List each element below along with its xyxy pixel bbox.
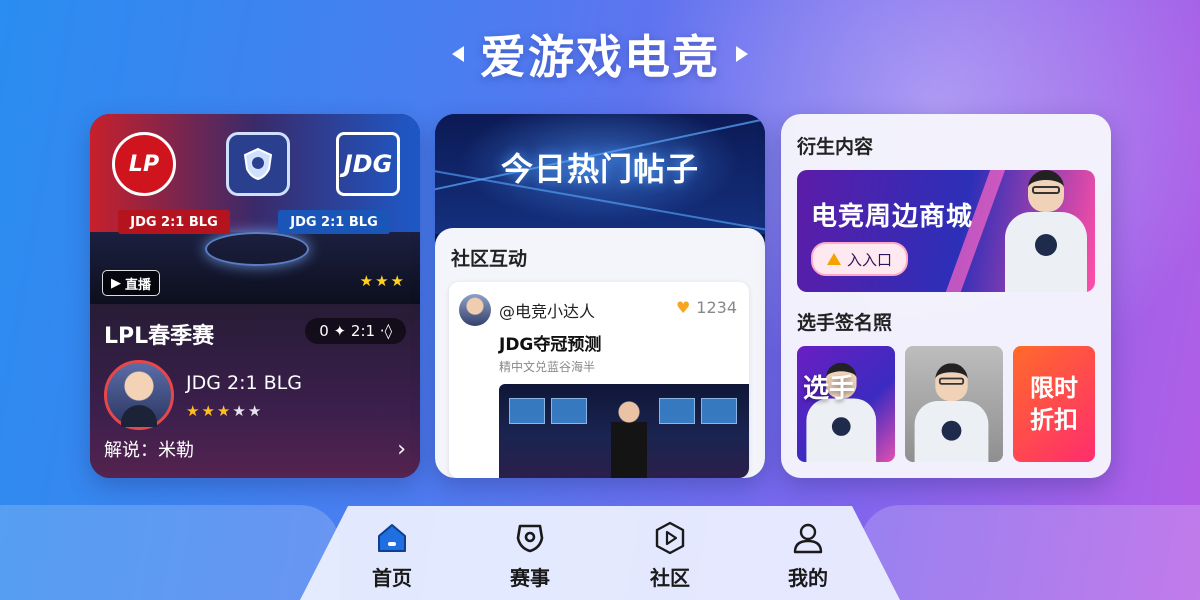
- post-title: JDG夺冠预测: [499, 335, 602, 355]
- trophy-icon: [516, 524, 544, 553]
- post-subtitle: 精中文兑蓝谷海半: [499, 360, 596, 374]
- community-panel: 社区互动 @电竞小达人 ♥ 1234 JDG夺冠预测 精中文兑蓝谷海半: [435, 228, 765, 478]
- rating-stars: ★★★★★: [186, 402, 263, 420]
- nav-item-community[interactable]: 社区: [630, 520, 710, 596]
- play-shield-icon: [655, 521, 685, 555]
- nav-label-profile: 我的: [788, 566, 828, 590]
- chevron-right-icon[interactable]: ›: [397, 437, 406, 462]
- derivative-section-title: 衍生内容: [797, 136, 874, 158]
- live-badge: ▶ 直播: [102, 270, 161, 296]
- discount-text: 限时 折扣: [1013, 372, 1095, 436]
- league-logo: [226, 132, 290, 196]
- likes-count: 1234: [696, 298, 737, 317]
- stage-stars-icon: ★★★: [359, 272, 406, 290]
- app-screen: 爱游戏电竞 LP JDG JDG 2:1 BLG JDG 2:1 BLG ▶ 直…: [0, 0, 1200, 600]
- bottom-glass-left: [0, 505, 340, 600]
- live-match-card[interactable]: LP JDG JDG 2:1 BLG JDG 2:1 BLG ▶ 直播 ★★★ …: [90, 114, 420, 478]
- stage-ring: [205, 232, 309, 266]
- discount-line-1: 限时: [1030, 374, 1078, 402]
- community-section-title: 社区互动: [451, 248, 528, 270]
- warning-triangle-icon: [827, 253, 841, 265]
- score-pill: 0 ✦ 2:1 ·◊: [305, 318, 406, 344]
- community-post[interactable]: @电竞小达人 ♥ 1234 JDG夺冠预测 精中文兑蓝谷海半: [449, 282, 749, 478]
- commentator-row[interactable]: 解说：米勒 ›: [104, 432, 406, 466]
- chevron-right-icon[interactable]: [736, 46, 748, 62]
- star-icon: ★: [186, 402, 202, 420]
- bottom-glass-right: [860, 505, 1200, 600]
- league-name: LPL春季赛: [104, 324, 215, 349]
- signed-photo-1[interactable]: 选手: [797, 346, 895, 462]
- star-icon: ★: [247, 402, 264, 420]
- app-title: 爱游戏电竞: [480, 30, 720, 84]
- post-likes[interactable]: ♥ 1234: [676, 298, 737, 317]
- nav-label-community: 社区: [650, 566, 690, 590]
- stage-image: LP JDG JDG 2:1 BLG JDG 2:1 BLG ▶ 直播 ★★★: [90, 114, 420, 304]
- hot-posts-banner[interactable]: 今日热门帖子: [435, 114, 765, 241]
- post-author-avatar[interactable]: [459, 294, 491, 326]
- signed-photo-2[interactable]: [905, 346, 1003, 462]
- photo-overlay-text: 选手: [803, 374, 856, 404]
- merch-shop-entry-label: 入入口: [847, 250, 893, 269]
- signed-photo-section-title: 选手签名照: [797, 312, 893, 334]
- nav-item-match[interactable]: 赛事: [490, 520, 570, 596]
- home-icon: [378, 524, 406, 552]
- title-row: 爱游戏电竞: [0, 22, 1200, 86]
- merch-shop-title: 电竞周边商城: [811, 202, 974, 232]
- jdg-team-logo: JDG: [336, 132, 400, 196]
- discount-tile[interactable]: 限时 折扣: [1013, 346, 1095, 462]
- nav-item-home[interactable]: 首页: [352, 520, 432, 596]
- heart-icon[interactable]: ♥: [676, 298, 690, 317]
- star-icon: ★: [216, 402, 233, 420]
- discount-line-2: 折扣: [1030, 406, 1078, 434]
- commentator-label: 解说：米勒: [104, 440, 194, 461]
- player-image: [911, 356, 992, 462]
- shield-icon: [243, 147, 273, 181]
- chevron-left-icon[interactable]: [452, 46, 464, 62]
- star-icon: ★: [201, 402, 217, 420]
- nav-item-profile[interactable]: 我的: [768, 520, 848, 596]
- post-author-name[interactable]: @电竞小达人: [499, 298, 595, 322]
- user-icon: [793, 523, 823, 554]
- post-image[interactable]: [499, 384, 749, 478]
- desk-left-label: JDG 2:1 BLG: [118, 210, 230, 234]
- derivative-content-card: 衍生内容 电竞周边商城 入入口 选手签名照 选手 限时 折扣: [781, 114, 1111, 478]
- merch-shop-banner[interactable]: 电竞周边商城 入入口: [797, 170, 1095, 292]
- lp-team-logo: LP: [112, 132, 176, 196]
- player-image: [1001, 170, 1091, 292]
- commentator-avatar: [104, 360, 174, 430]
- play-icon: ▶: [111, 275, 121, 291]
- merch-shop-entry-button[interactable]: 入入口: [811, 242, 909, 276]
- nav-label-match: 赛事: [510, 566, 550, 590]
- nav-label-home: 首页: [372, 566, 412, 590]
- live-card-info: LPL春季赛 0 ✦ 2:1 ·◊ JDG 2:1 BLG ★★★★★ 解说：米…: [90, 304, 420, 478]
- live-badge-label: 直播: [125, 277, 152, 293]
- desk-right-label: JDG 2:1 BLG: [278, 210, 390, 234]
- star-icon: ★: [232, 402, 248, 420]
- hot-posts-title: 今日热门帖子: [500, 150, 699, 188]
- bottom-nav: 首页 赛事 社区 我的: [300, 506, 900, 600]
- hot-posts-card[interactable]: 今日热门帖子 社区互动 @电竞小达人 ♥ 1234 JDG夺冠预测 精中文兑蓝谷…: [435, 114, 765, 478]
- match-score-text: JDG 2:1 BLG: [186, 372, 302, 394]
